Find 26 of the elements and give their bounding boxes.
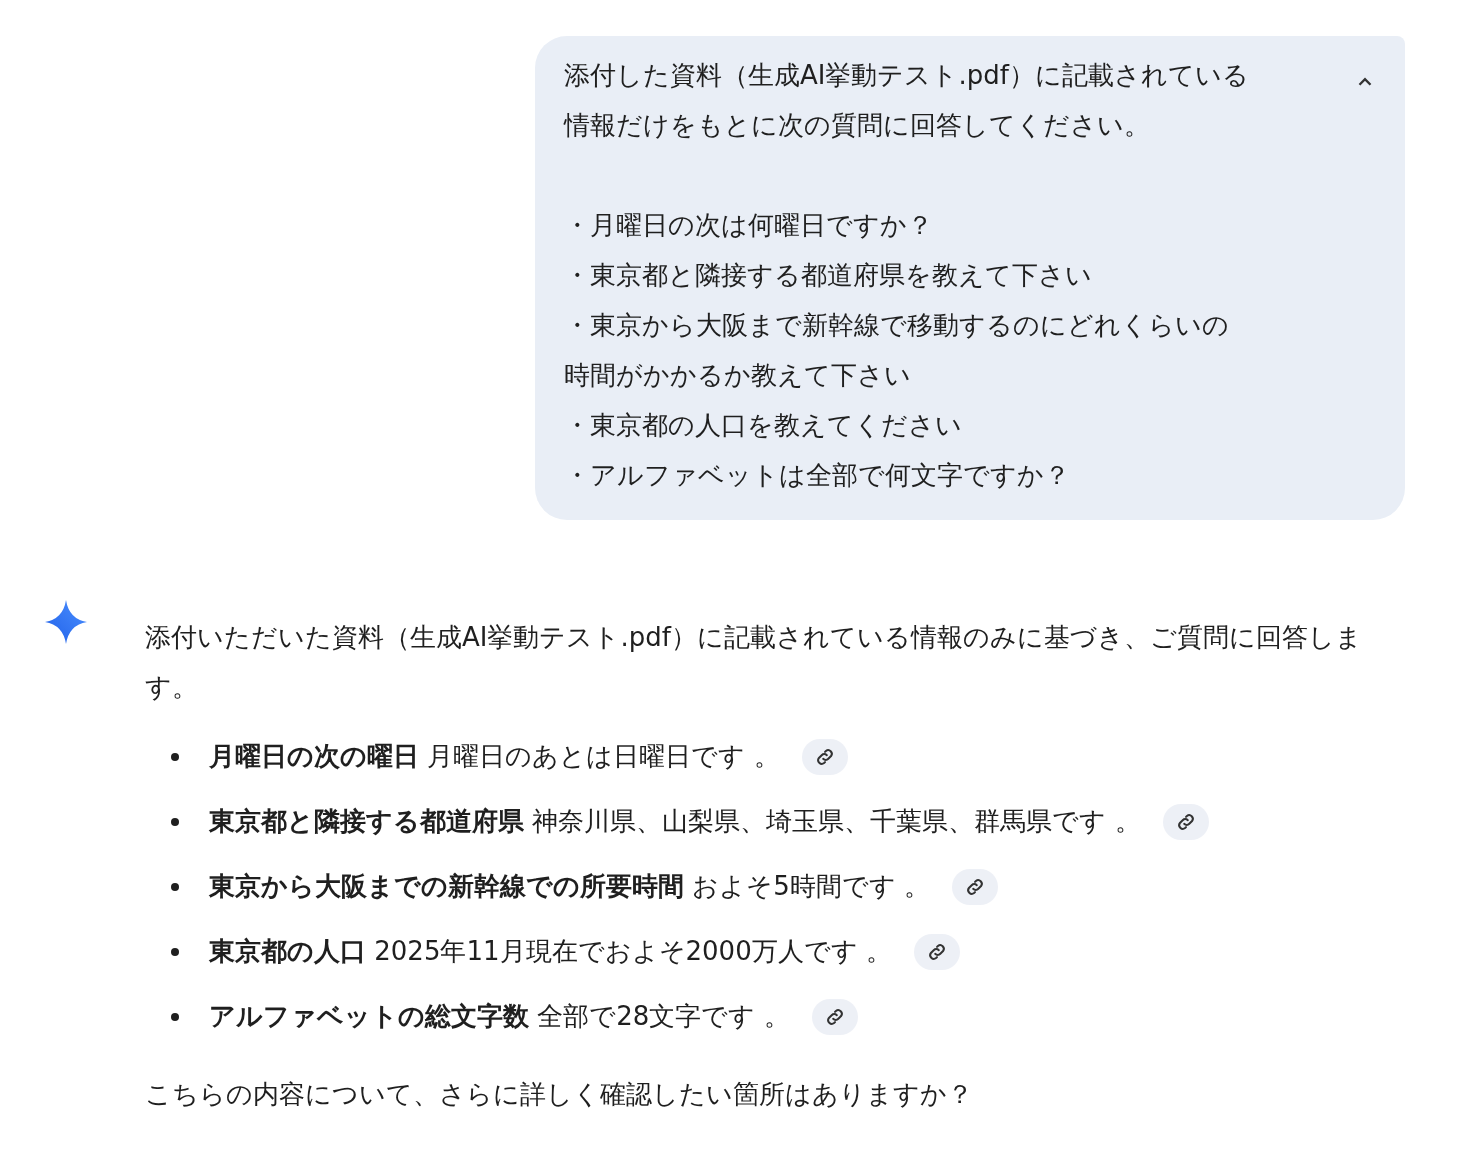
- answer-item: 東京都の人口 2025年11月現在でおよそ2000万人です 。: [209, 935, 892, 968]
- source-link-button[interactable]: [801, 738, 848, 775]
- answer-item: 東京都と隣接する都道府県 神奈川県、山梨県、埼玉県、千葉県、群馬県です 。: [209, 805, 1141, 838]
- source-link-button[interactable]: [811, 998, 858, 1035]
- source-link-button[interactable]: [1162, 803, 1209, 840]
- message-text: 情報だけをもとに次の質問に回答してください。: [564, 109, 1151, 142]
- bullet-icon: [171, 817, 179, 826]
- message-text: ・東京都と隣接する都道府県を教えて下さい: [564, 259, 1093, 292]
- message-text: 添付した資料（生成AI挙動テスト.pdf）に記載されている: [564, 59, 1250, 92]
- message-text: ・東京から大阪まで新幹線で移動するのにどれくらいの: [564, 309, 1230, 342]
- answer-item: アルファベットの総文字数 全部で28文字です 。: [209, 1000, 790, 1033]
- source-link-button[interactable]: [913, 933, 960, 970]
- response-text: 添付いただいた資料（生成AI挙動テスト.pdf）に記載されている情報のみに基づき、ご質問に回答します。: [145, 621, 1363, 704]
- answer-item: 東京から大阪までの新幹線での所要時間 およそ5時間です 。: [209, 870, 931, 903]
- bullet-icon: [171, 752, 179, 761]
- response-text: こちらの内容について、さらに詳しく確認したい箇所はありますか？: [145, 1078, 974, 1111]
- message-text: ・東京都の人口を教えてください: [564, 409, 963, 442]
- bullet-icon: [171, 882, 179, 891]
- message-text: 時間がかかるか教えて下さい: [564, 359, 912, 392]
- sparkle-icon: [45, 600, 87, 644]
- answer-item: 月曜日の次の曜日 月曜日のあとは日曜日です 。: [209, 740, 780, 773]
- source-link-button[interactable]: [952, 868, 999, 905]
- message-text: ・月曜日の次は何曜日ですか？: [564, 209, 934, 242]
- bullet-icon: [171, 1012, 179, 1021]
- message-text: ・アルファベットは全部で何文字ですか？: [564, 459, 1071, 492]
- bullet-icon: [171, 947, 179, 956]
